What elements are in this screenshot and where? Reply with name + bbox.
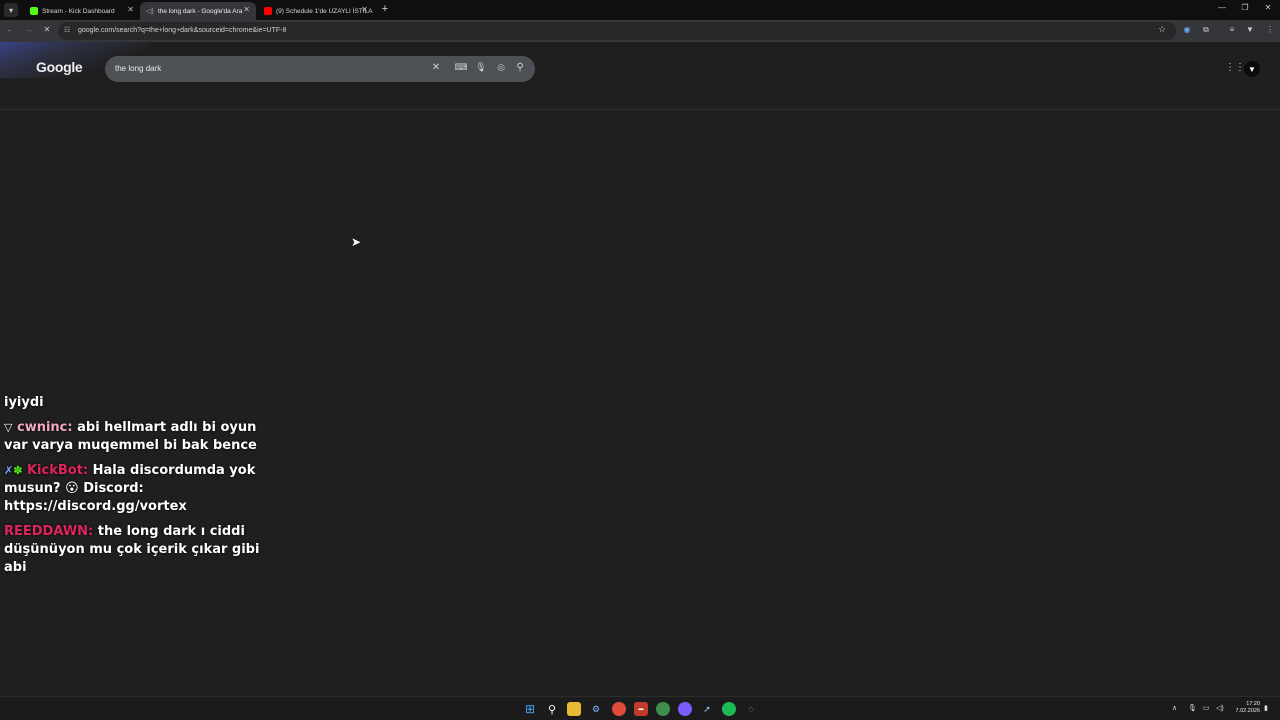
stop-loading-button[interactable]: ✕ bbox=[41, 25, 53, 34]
minimize-button[interactable]: — bbox=[1216, 3, 1228, 12]
notification-icon[interactable]: ▮ bbox=[1264, 704, 1268, 712]
tab-youtube[interactable]: (9) Schedule 1'de UZAYLI İSTİLA ✕ bbox=[258, 2, 374, 20]
taskbar: ⊞ ⚲ ⚙ ▬ ➚ ◌ ∧ 🎙 ▭ ◁) 17:20 7.02.2026 ▮ bbox=[0, 696, 1280, 720]
keyboard-icon[interactable]: ⌨ bbox=[454, 62, 468, 73]
window-close-button[interactable]: ✕ bbox=[1262, 3, 1274, 12]
chat-message: ▽ cwninc: abi hellmart adlı bi oyun var … bbox=[4, 419, 274, 455]
spotify-icon[interactable] bbox=[722, 702, 736, 716]
clock-time: 17:20 bbox=[1246, 701, 1260, 707]
chat-username: KickBot: bbox=[26, 463, 89, 478]
discord-icon[interactable] bbox=[678, 702, 692, 716]
browser-toolbar: ← → ✕ ☷ google.com/search?q=the+long+dar… bbox=[0, 20, 1280, 42]
settings-icon[interactable]: ⚙ bbox=[589, 702, 603, 716]
tab-search-button[interactable]: ▾ bbox=[4, 3, 18, 17]
app-icon[interactable]: ▬ bbox=[634, 702, 648, 716]
triangle-badge-icon: ▽ bbox=[4, 421, 13, 434]
back-button[interactable]: ← bbox=[4, 25, 16, 34]
bookmark-star-icon[interactable]: ☆ bbox=[1158, 24, 1166, 35]
site-info-icon[interactable]: ☷ bbox=[64, 26, 70, 34]
mic-icon[interactable]: 🎙 bbox=[474, 62, 488, 73]
chat-message: REEDDAWN: the long dark ı ciddi düşünüyo… bbox=[4, 523, 274, 577]
chat-username: REEDDAWN: bbox=[4, 524, 94, 539]
tab-title: the long dark - Google'da Ara bbox=[158, 7, 243, 15]
start-icon[interactable]: ⊞ bbox=[523, 702, 537, 716]
apps-grid-icon[interactable]: ⋮⋮ bbox=[1225, 62, 1245, 73]
youtube-favicon-icon bbox=[264, 7, 272, 15]
header-divider bbox=[0, 109, 1280, 110]
search-input[interactable]: the long dark bbox=[115, 64, 161, 73]
tab-title: (9) Schedule 1'de UZAYLI İSTİLA bbox=[276, 7, 373, 15]
kick-favicon-icon bbox=[30, 7, 38, 15]
avatar[interactable]: ▼ bbox=[1244, 61, 1260, 77]
chat-message: iyiydi bbox=[4, 394, 274, 412]
chat-overlay: iyiydi ▽ cwninc: abi hellmart adlı bi oy… bbox=[4, 394, 274, 584]
network-icon[interactable]: ▭ bbox=[1203, 704, 1210, 712]
forward-button[interactable]: → bbox=[23, 25, 35, 34]
new-tab-button[interactable]: + bbox=[379, 3, 391, 15]
tab-strip: ▾ Stream - Kick Dashboard ✕ ◁) the long … bbox=[0, 0, 1280, 20]
app-circle-icon[interactable]: ◌ bbox=[744, 702, 758, 716]
chevron-up-icon[interactable]: ∧ bbox=[1172, 704, 1177, 712]
maximize-button[interactable]: ❐ bbox=[1239, 3, 1251, 12]
tab-close-icon[interactable]: ✕ bbox=[243, 5, 250, 14]
chrome-active-icon[interactable] bbox=[656, 702, 670, 716]
close-icon[interactable]: ✕ bbox=[429, 62, 443, 73]
google-logo[interactable]: Google bbox=[36, 59, 83, 75]
menu-dots-icon[interactable]: ⋮ bbox=[1264, 25, 1276, 34]
volume-icon[interactable]: ◁) bbox=[1216, 704, 1224, 712]
tab-kick-dashboard[interactable]: Stream - Kick Dashboard ✕ bbox=[24, 2, 140, 20]
tab-close-icon[interactable]: ✕ bbox=[127, 5, 134, 14]
file-explorer-icon[interactable] bbox=[567, 702, 581, 716]
clock[interactable]: 17:20 7.02.2026 bbox=[1232, 701, 1260, 715]
tab-close-icon[interactable]: ✕ bbox=[361, 5, 368, 14]
mic-icon[interactable]: 🎙 bbox=[1188, 704, 1197, 712]
mouse-cursor-icon: ➤ bbox=[351, 235, 362, 249]
steam-icon[interactable]: ➚ bbox=[700, 702, 714, 716]
search-icon[interactable]: ⚲ bbox=[513, 62, 527, 73]
chrome-icon[interactable] bbox=[612, 702, 626, 716]
chat-username: cwninc: bbox=[17, 420, 73, 435]
clock-date: 7.02.2026 bbox=[1235, 708, 1260, 714]
media-control-icon[interactable]: ◉ bbox=[1181, 25, 1193, 34]
chat-message: ✗✽ KickBot: Hala discordumda yok musun? … bbox=[4, 462, 274, 516]
extensions-icon[interactable]: ⧉ bbox=[1200, 25, 1212, 35]
url-text: google.com/search?q=the+long+dark&source… bbox=[78, 27, 287, 34]
sword-badge-icon: ✗ bbox=[4, 464, 14, 477]
lens-icon[interactable]: ◎ bbox=[494, 62, 508, 73]
audio-icon: ◁) bbox=[146, 8, 154, 15]
chat-text: iyiydi bbox=[4, 395, 44, 410]
address-bar[interactable]: ☷ google.com/search?q=the+long+dark&sour… bbox=[58, 22, 1176, 40]
media-list-icon[interactable]: ≡ bbox=[1226, 25, 1238, 34]
tab-google-search[interactable]: ◁) the long dark - Google'da Ara ✕ bbox=[140, 2, 256, 20]
profile-icon[interactable]: ▼ bbox=[1244, 25, 1256, 34]
search-box[interactable]: the long dark ✕ ⌨ 🎙 ◎ ⚲ bbox=[105, 56, 535, 82]
bot-badge-icon: ✽ bbox=[13, 464, 23, 477]
page-content: Google the long dark ✕ ⌨ 🎙 ◎ ⚲ ⋮⋮ ▼ ➤ bbox=[0, 42, 1280, 696]
search-icon[interactable]: ⚲ bbox=[545, 702, 559, 716]
tab-title: Stream - Kick Dashboard bbox=[42, 7, 115, 15]
